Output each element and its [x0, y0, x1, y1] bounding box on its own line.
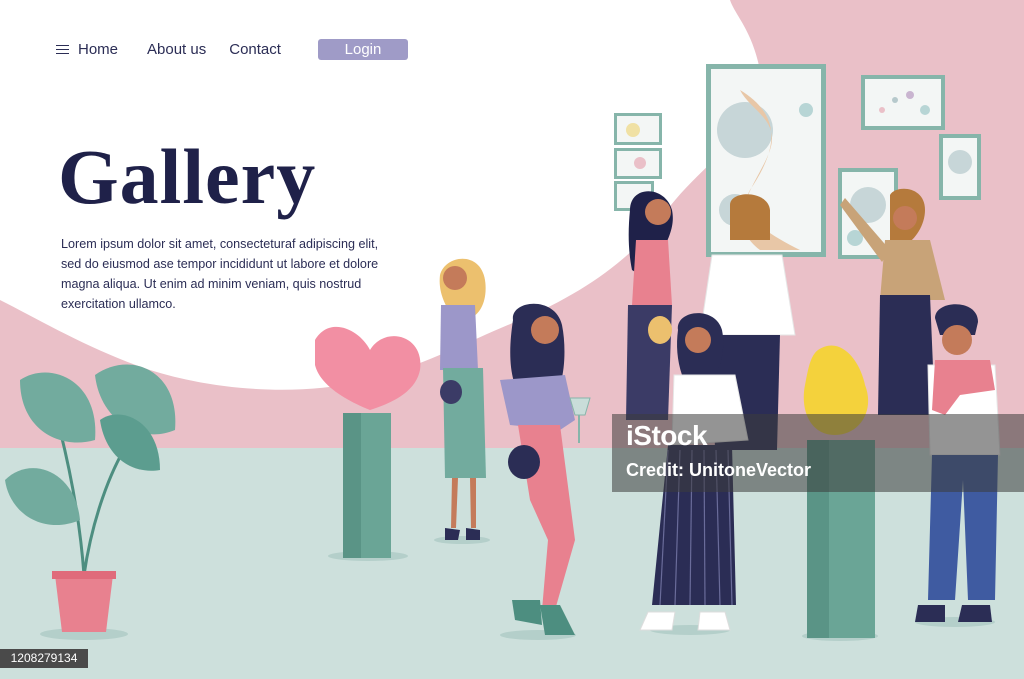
watermark-credit: Credit: UnitoneVector — [626, 460, 812, 480]
top-navigation: Home About us Contact — [56, 38, 281, 60]
gallery-illustration — [0, 0, 1024, 679]
small-painting-mid-left — [614, 148, 662, 179]
painting-top-right — [861, 75, 945, 130]
stock-image-id: 1208279134 — [0, 649, 88, 668]
nav-about-link[interactable]: About us — [147, 41, 206, 58]
page-title: Gallery — [58, 133, 317, 220]
small-painting-top-left — [614, 113, 662, 145]
nav-home-link[interactable]: Home — [56, 41, 118, 58]
painting-far-right — [939, 134, 981, 200]
watermark-logo: iStock — [626, 420, 708, 451]
hamburger-menu-icon[interactable] — [56, 44, 69, 55]
login-button[interactable]: Login — [318, 39, 408, 60]
yellow-sculpture — [802, 345, 878, 641]
nav-home-label: Home — [78, 40, 119, 58]
nav-contact-link[interactable]: Contact — [229, 41, 281, 58]
hero-description: Lorem ipsum dolor sit amet, consectetura… — [61, 237, 379, 311]
visitor-woman-pink-top — [626, 191, 673, 420]
